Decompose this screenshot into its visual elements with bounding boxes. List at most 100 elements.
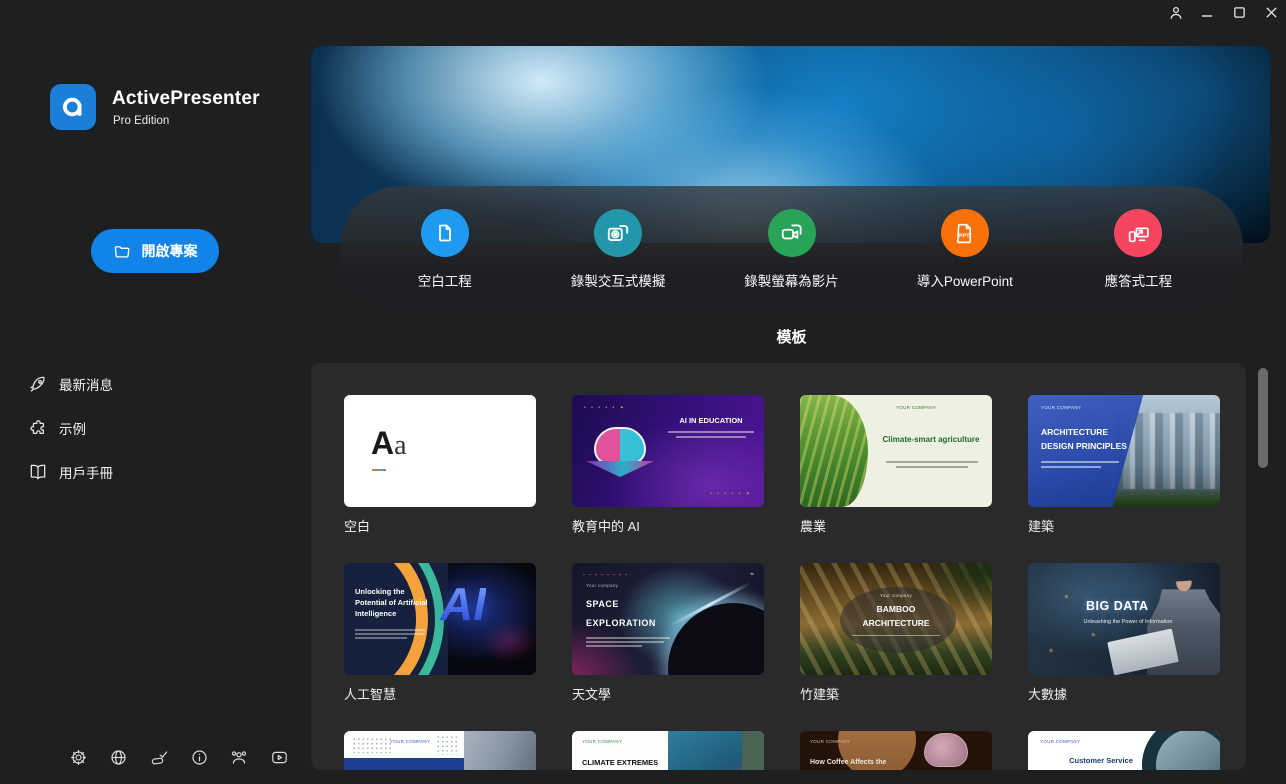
activate-check-icon[interactable] xyxy=(149,748,168,767)
template-card-architecture[interactable]: YOUR COMPANY ARCHITECTURE DESIGN PRINCIPL… xyxy=(1028,395,1220,535)
maximize-icon xyxy=(1233,6,1246,24)
blank-document-icon xyxy=(420,209,469,257)
thumb-title: AI IN EDUCATION xyxy=(679,416,743,425)
template-thumbnail: AI Unlocking the Potential of Artificial… xyxy=(344,563,536,675)
video-tutorials-icon[interactable] xyxy=(269,748,288,767)
sidebar-item-label: 用戶手冊 xyxy=(59,466,113,481)
template-label: 大數據 xyxy=(1028,687,1068,702)
ppt-document-icon: PPT xyxy=(940,209,989,257)
close-icon xyxy=(1265,6,1278,24)
community-icon[interactable] xyxy=(229,748,248,767)
template-label: 教育中的 AI xyxy=(572,519,640,534)
template-card-coffee[interactable]: YOUR COMPANY How Coffee Affects the xyxy=(800,731,992,770)
thumb-title: How Coffee Affects the xyxy=(810,759,887,766)
new-project-actions-bar: 空白工程 錄製交互式模擬 錄製螢幕為影片 PPT 導入PowerPoint 應答… xyxy=(340,186,1243,308)
template-label: 天文學 xyxy=(572,687,612,702)
account-button[interactable] xyxy=(1161,0,1191,30)
template-label: 人工智慧 xyxy=(344,687,397,702)
close-button[interactable] xyxy=(1256,0,1286,30)
sidebar-item-whats-new[interactable]: 最新消息 xyxy=(28,372,268,396)
template-label: 竹建築 xyxy=(800,687,840,702)
app-title: ActivePresenter xyxy=(112,88,260,109)
action-label: 空白工程 xyxy=(417,274,472,289)
minimize-icon xyxy=(1200,6,1214,25)
thumb-title: Climate-smart agriculture xyxy=(882,435,980,444)
sidebar-item-label: 最新消息 xyxy=(59,378,113,393)
about-info-icon[interactable] xyxy=(190,748,209,767)
template-card-blank[interactable]: Aa 空白 xyxy=(344,395,536,535)
thumb-logo: Your company xyxy=(879,593,913,598)
action-responsive-project[interactable]: 應答式工程 xyxy=(1052,186,1225,308)
thumb-title: ARCHITECTURE DESIGN PRINCIPLES xyxy=(1041,427,1127,452)
rocket-icon xyxy=(28,374,48,394)
capture-camera-icon xyxy=(594,209,643,257)
thumb-letter-small: a xyxy=(394,430,407,461)
action-label: 應答式工程 xyxy=(1104,274,1173,289)
action-record-interactive-simulation[interactable]: 錄製交互式模擬 xyxy=(531,186,704,308)
action-record-screen-as-video[interactable]: 錄製螢幕為影片 xyxy=(705,186,878,308)
templates-scrollbar-thumb[interactable] xyxy=(1258,368,1268,468)
templates-panel: Aa 空白 • • • • • ✦ • • • • • ✦ AI IN EDUC… xyxy=(311,363,1246,770)
action-blank-project[interactable]: 空白工程 xyxy=(358,186,531,308)
thumb-logo: YOUR COMPANY xyxy=(896,405,937,410)
template-thumbnail: YOUR COMPANY How Coffee Affects the xyxy=(800,731,992,770)
sidebar-item-label: 示例 xyxy=(59,422,86,437)
language-globe-icon[interactable] xyxy=(109,748,128,767)
thumb-title: BAMBOO ARCHITECTURE xyxy=(862,604,930,628)
responsive-devices-icon xyxy=(1114,209,1163,257)
template-thumbnail: BIG DATA Unleashing the Power of Informa… xyxy=(1028,563,1220,675)
action-label: 錄製交互式模擬 xyxy=(570,274,666,289)
book-icon xyxy=(28,462,48,482)
action-label: 錄製螢幕為影片 xyxy=(744,274,839,289)
thumb-logo: YOUR COMPANY xyxy=(1041,405,1082,410)
settings-icon[interactable] xyxy=(69,748,88,767)
record-video-icon xyxy=(767,209,816,257)
template-thumbnail: YOUR COMPANY CLIMATE EXTREMES xyxy=(572,731,764,770)
template-thumbnail: • • • • • ✦ • • • • • ✦ AI IN EDUCATION xyxy=(572,395,764,507)
template-thumbnail: Aa xyxy=(344,395,536,507)
maximize-button[interactable] xyxy=(1224,0,1254,30)
template-card-business[interactable]: YOUR COMPANY xyxy=(344,731,536,770)
template-card-artificial-intelligence[interactable]: AI Unlocking the Potential of Artificial… xyxy=(344,563,536,703)
svg-text:PPT: PPT xyxy=(959,233,970,239)
folder-icon xyxy=(113,242,132,261)
thumb-logo: YOUR COMPANY xyxy=(582,739,623,744)
template-thumbnail: YOUR COMPANY Customer Service xyxy=(1028,731,1220,770)
template-card-agriculture[interactable]: YOUR COMPANY Climate-smart agriculture 農… xyxy=(800,395,992,535)
action-import-powerpoint[interactable]: PPT 導入PowerPoint xyxy=(878,186,1051,308)
thumb-logo: YOUR COMPANY xyxy=(390,739,431,744)
template-card-astronomy[interactable]: ▪ ▪ ▪ ▪ ▪ ▪ ▪ ▪ ⌁ Your company SPACE EXPL… xyxy=(572,563,764,703)
app-edition: Pro Edition xyxy=(113,115,170,127)
template-thumbnail: Your company BAMBOO ARCHITECTURE xyxy=(800,563,992,675)
satellite-icon: ⌁ xyxy=(749,571,754,578)
template-card-bamboo-architecture[interactable]: Your company BAMBOO ARCHITECTURE 竹建築 xyxy=(800,563,992,703)
thumb-logo: YOUR COMPANY xyxy=(1040,739,1081,744)
template-thumbnail: ▪ ▪ ▪ ▪ ▪ ▪ ▪ ▪ ⌁ Your company SPACE EXPL… xyxy=(572,563,764,675)
template-card-climate-extremes[interactable]: YOUR COMPANY CLIMATE EXTREMES xyxy=(572,731,764,770)
templates-heading: 模板 xyxy=(776,329,807,346)
action-label: 導入PowerPoint xyxy=(916,274,1013,289)
thumb-letter-big: A xyxy=(371,425,395,461)
app-logo xyxy=(50,84,96,130)
thumb-title: SPACE EXPLORATION xyxy=(586,599,656,628)
thumb-big-text: AI xyxy=(440,578,486,630)
minimize-button[interactable] xyxy=(1192,0,1222,30)
thumb-title: Unlocking the Potential of Artificial In… xyxy=(355,587,428,618)
template-card-big-data[interactable]: BIG DATA Unleashing the Power of Informa… xyxy=(1028,563,1220,703)
thumb-logo: YOUR COMPANY xyxy=(810,739,851,744)
sidebar-item-user-manual[interactable]: 用戶手冊 xyxy=(28,460,268,484)
open-project-button[interactable]: 開啟專案 xyxy=(91,229,219,273)
sidebar-item-samples[interactable]: 示例 xyxy=(28,416,268,440)
thumb-subtitle: Unleashing the Power of Information xyxy=(1083,619,1173,625)
template-card-customer-service[interactable]: YOUR COMPANY Customer Service xyxy=(1028,731,1220,770)
open-project-label: 開啟專案 xyxy=(141,243,198,259)
thumb-title: Customer Service xyxy=(1069,756,1133,765)
template-thumbnail: YOUR COMPANY xyxy=(344,731,536,770)
template-card-ai-in-education[interactable]: • • • • • ✦ • • • • • ✦ AI IN EDUCATION … xyxy=(572,395,764,535)
thumb-title: BIG DATA xyxy=(1086,599,1149,613)
account-icon xyxy=(1167,4,1185,27)
thumb-logo: Your company xyxy=(586,583,619,588)
template-label: 空白 xyxy=(344,519,371,534)
template-label: 農業 xyxy=(800,519,827,534)
template-label: 建築 xyxy=(1028,519,1055,534)
